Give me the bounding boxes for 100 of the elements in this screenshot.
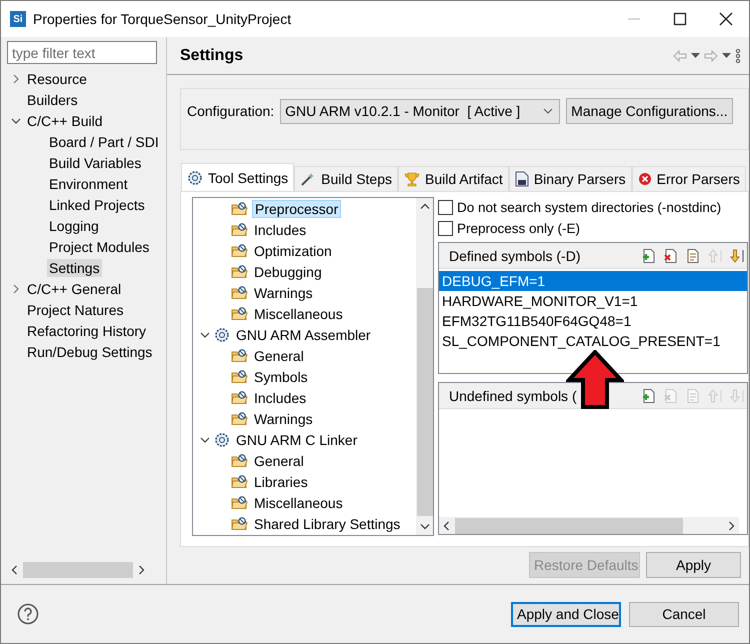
folder-gear-icon — [231, 516, 248, 531]
list-item[interactable]: DEBUG_EFM=1 — [439, 271, 747, 291]
configuration-label: Configuration: — [187, 103, 274, 119]
folder-gear-icon — [231, 264, 248, 279]
tree-item[interactable]: Miscellaneous — [252, 306, 345, 322]
tree-item[interactable]: Board / Part / SDI — [47, 132, 161, 150]
tree-item[interactable]: Miscellaneous — [252, 494, 345, 510]
apply-and-close-button[interactable]: Apply and Close — [511, 602, 621, 626]
filter-field[interactable]: type filter text — [7, 41, 157, 64]
tree-item[interactable]: Debugging — [252, 264, 324, 280]
folder-gear-icon — [231, 390, 248, 405]
more-options-icon[interactable] — [735, 48, 741, 62]
help-icon[interactable] — [17, 603, 39, 625]
pointer-arrow-drawing — [566, 350, 624, 410]
move-down-icon[interactable] — [729, 248, 745, 264]
scroll-right-icon[interactable] — [726, 520, 736, 530]
tree-item[interactable]: Build Variables — [47, 154, 144, 172]
list-item[interactable]: SL_COMPONENT_CATALOG_PRESENT=1 — [439, 331, 747, 351]
tree-item[interactable]: Preprocessor — [252, 200, 342, 218]
chevron-down-icon[interactable] — [200, 434, 210, 444]
gear-icon — [214, 432, 230, 448]
folder-gear-icon — [231, 285, 248, 300]
scroll-right-icon[interactable] — [136, 564, 146, 574]
list-item[interactable]: HARDWARE_MONITOR_V1=1 — [439, 291, 747, 311]
folder-gear-icon — [231, 495, 248, 510]
checkbox[interactable] — [438, 200, 453, 215]
scroll-left-icon[interactable] — [10, 564, 20, 574]
tree-item[interactable]: Settings — [47, 258, 102, 276]
cancel-button[interactable]: Cancel — [629, 602, 739, 626]
checkbox-label: Preprocess only (-E) — [457, 221, 580, 236]
tree-item[interactable]: Run/Debug Settings — [25, 342, 154, 360]
tree-item[interactable]: Linked Projects — [47, 196, 147, 214]
tree-item[interactable]: Warnings — [252, 410, 315, 426]
scroll-down-icon[interactable] — [420, 521, 430, 531]
edit-icon[interactable] — [685, 248, 701, 264]
tree-item[interactable]: GNU ARM Assembler — [234, 326, 373, 342]
error-icon — [638, 172, 652, 186]
tree-item[interactable]: Resource — [25, 70, 89, 88]
wand-icon — [300, 171, 316, 187]
tree-item[interactable]: Logging — [47, 216, 101, 234]
folder-gear-icon — [231, 222, 248, 237]
tree-item[interactable]: Project Modules — [47, 238, 152, 256]
tree-item[interactable]: C/C++ General — [25, 280, 124, 298]
tree-item[interactable]: Libraries — [252, 474, 310, 490]
folder-gear-icon — [231, 348, 248, 363]
tree-item[interactable]: General — [252, 348, 306, 364]
tab[interactable]: Build Artifact — [398, 166, 509, 191]
chevron-down-icon[interactable] — [11, 116, 21, 126]
tree-item[interactable]: C/C++ Build — [25, 112, 104, 130]
tree-item[interactable]: Shared Library Settings — [252, 516, 402, 532]
page-title: Settings — [180, 46, 244, 64]
tree-item[interactable]: GNU ARM C Linker — [234, 432, 360, 448]
gear-icon — [214, 326, 230, 342]
dropdown-chevron-icon — [543, 108, 554, 114]
horizontal-scrollbar[interactable] — [439, 517, 739, 534]
tab[interactable]: Tool Settings — [181, 163, 294, 191]
chevron-right-icon[interactable] — [11, 74, 21, 84]
tree-item[interactable]: Refactoring History — [25, 322, 148, 340]
folder-gear-icon — [231, 201, 248, 216]
chevron-right-icon[interactable] — [11, 284, 21, 294]
add-icon[interactable] — [641, 388, 657, 404]
tree-item[interactable]: Optimization — [252, 242, 334, 258]
folder-gear-icon — [231, 306, 248, 321]
scroll-left-icon[interactable] — [442, 520, 452, 530]
vertical-scrollbar[interactable] — [416, 198, 433, 535]
dropdown-icon[interactable] — [691, 52, 700, 58]
tree-item[interactable]: Includes — [252, 222, 308, 238]
folder-gear-icon — [231, 411, 248, 426]
app-logo: Si — [10, 11, 26, 27]
list-title: Defined symbols (-D) — [449, 248, 580, 264]
trophy-icon — [404, 171, 420, 187]
folder-gear-icon — [231, 243, 248, 258]
tree-item[interactable]: Project Natures — [25, 300, 126, 318]
tree-item[interactable]: Environment — [47, 174, 130, 192]
add-icon[interactable] — [641, 248, 657, 264]
chevron-down-icon[interactable] — [200, 330, 210, 340]
folder-gear-icon — [231, 474, 248, 489]
tab[interactable]: Build Steps — [294, 166, 398, 191]
window-title: Properties for TorqueSensor_UnityProject — [33, 11, 292, 27]
folder-gear-icon — [231, 369, 248, 384]
list-title: Undefined symbols ( — [449, 388, 577, 404]
tree-item[interactable]: Includes — [252, 390, 308, 406]
list-item[interactable]: EFM32TG11B540F64GQ48=1 — [439, 311, 747, 331]
dropdown-icon[interactable] — [722, 52, 731, 58]
tab[interactable]: Error Parsers — [632, 166, 746, 191]
close-icon[interactable] — [719, 12, 733, 26]
gear-icon — [187, 170, 203, 186]
tree-item[interactable]: Builders — [25, 90, 80, 108]
delete-icon[interactable] — [663, 248, 679, 264]
tree-item[interactable]: General — [252, 452, 306, 468]
checkbox[interactable] — [438, 221, 453, 236]
manage-configurations-button[interactable]: Manage Configurations... — [566, 98, 733, 124]
binary-file-icon — [514, 171, 529, 187]
folder-gear-icon — [231, 453, 248, 468]
apply-button[interactable]: Apply — [646, 552, 741, 578]
tree-item[interactable]: Warnings — [252, 284, 315, 300]
maximize-icon[interactable] — [673, 12, 687, 26]
configuration-dropdown[interactable]: GNU ARM v10.2.1 - Monitor [ Active ] — [280, 98, 560, 124]
tree-item[interactable]: Symbols — [252, 368, 310, 384]
tab[interactable]: Binary Parsers — [508, 166, 632, 191]
